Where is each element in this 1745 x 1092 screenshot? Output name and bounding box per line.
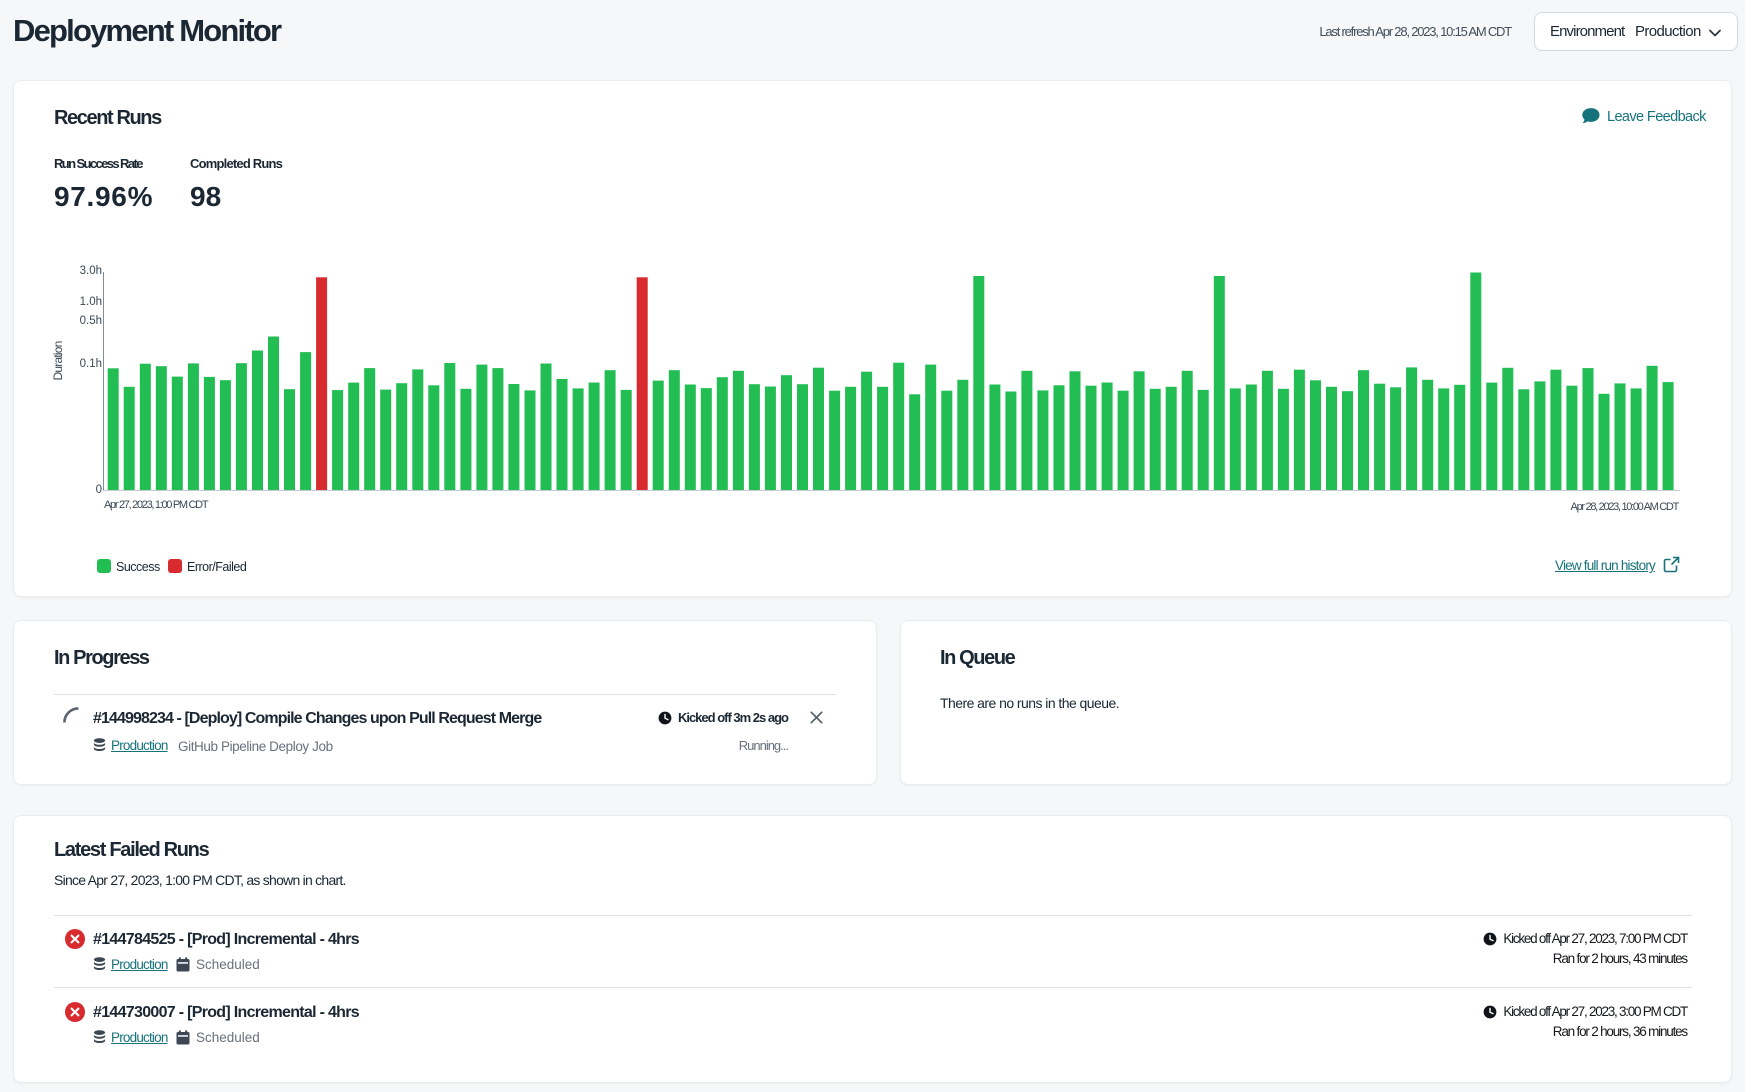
svg-text:0.1h: 0.1h [80,358,102,370]
svg-text:0: 0 [96,484,102,496]
svg-text:1.0h: 1.0h [80,296,102,308]
svg-text:Apr 27, 2023, 1:00 PM CDT: Apr 27, 2023, 1:00 PM CDT [104,499,209,511]
svg-text:Duration: Duration [51,341,65,380]
svg-text:Apr 28, 2023, 10:00 AM CDT: Apr 28, 2023, 10:00 AM CDT [1571,501,1680,513]
svg-text:0.5h: 0.5h [80,315,102,327]
svg-text:3.0h: 3.0h [80,265,102,277]
svg-text:Success: Success [116,560,160,574]
svg-text:Error/Failed: Error/Failed [187,560,247,574]
